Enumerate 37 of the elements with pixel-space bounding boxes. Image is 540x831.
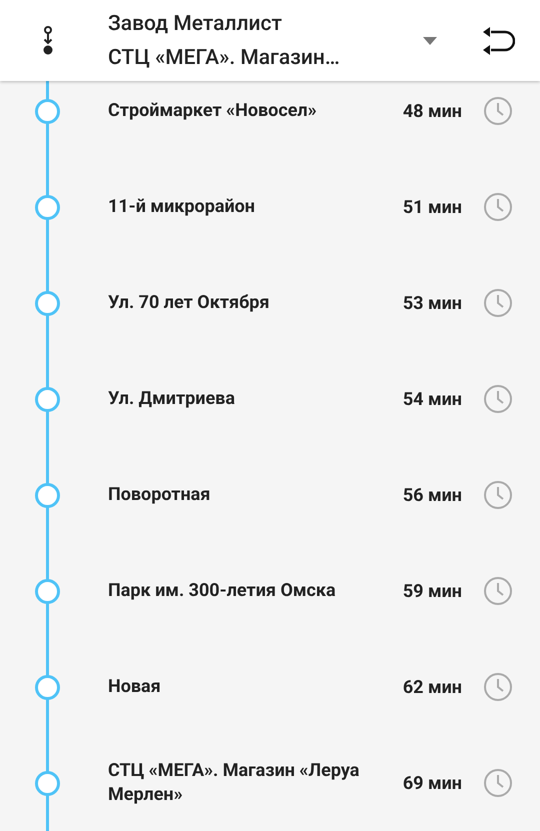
clock-icon[interactable] bbox=[483, 192, 513, 222]
arrival-time: 62 мин bbox=[402, 676, 462, 700]
stop-marker bbox=[35, 386, 60, 412]
stop-name: Ул. 70 лет Октября bbox=[107, 291, 270, 315]
clock-icon[interactable] bbox=[483, 480, 513, 510]
clock-icon[interactable] bbox=[483, 768, 513, 798]
stop-marker bbox=[35, 674, 60, 700]
stop-marker bbox=[35, 770, 60, 796]
swap-direction-icon[interactable] bbox=[481, 26, 515, 54]
arrival-time: 51 мин bbox=[402, 196, 462, 220]
stop-name: Новая bbox=[107, 675, 162, 699]
stop-name: Парк им. 300-летия Омска bbox=[107, 579, 337, 603]
clock-icon[interactable] bbox=[483, 288, 513, 318]
stop-marker bbox=[35, 194, 60, 220]
arrival-time: 59 мин bbox=[402, 580, 462, 604]
route-origin: Завод Металлист bbox=[108, 10, 283, 38]
arrival-time: 69 мин bbox=[402, 772, 462, 796]
stop-marker bbox=[35, 578, 60, 604]
stop-marker bbox=[35, 290, 60, 316]
stop-name: Поворотная bbox=[107, 483, 212, 507]
arrival-time: 54 мин bbox=[402, 388, 462, 412]
clock-icon[interactable] bbox=[483, 384, 513, 414]
dropdown-icon[interactable] bbox=[423, 36, 437, 44]
arrival-time: 56 мин bbox=[402, 484, 462, 508]
route-destination: СТЦ «МЕГА». Магазин… bbox=[108, 44, 341, 72]
clock-icon[interactable] bbox=[483, 576, 513, 606]
stop-marker bbox=[35, 482, 60, 508]
clock-icon[interactable] bbox=[483, 672, 513, 702]
stop-name: СТЦ «МЕГА». Магазин «Леруа Мерлен» bbox=[107, 759, 360, 807]
route-icon bbox=[40, 26, 54, 56]
stop-marker bbox=[35, 98, 60, 124]
clock-icon[interactable] bbox=[483, 96, 513, 126]
arrival-time: 48 мин bbox=[402, 100, 462, 124]
arrival-time: 53 мин bbox=[402, 292, 462, 316]
stop-name: Ул. Дмитриева bbox=[107, 387, 236, 411]
stop-name: 11-й микрорайон bbox=[107, 195, 256, 219]
stop-name: Строймаркет «Новосел» bbox=[107, 99, 318, 123]
